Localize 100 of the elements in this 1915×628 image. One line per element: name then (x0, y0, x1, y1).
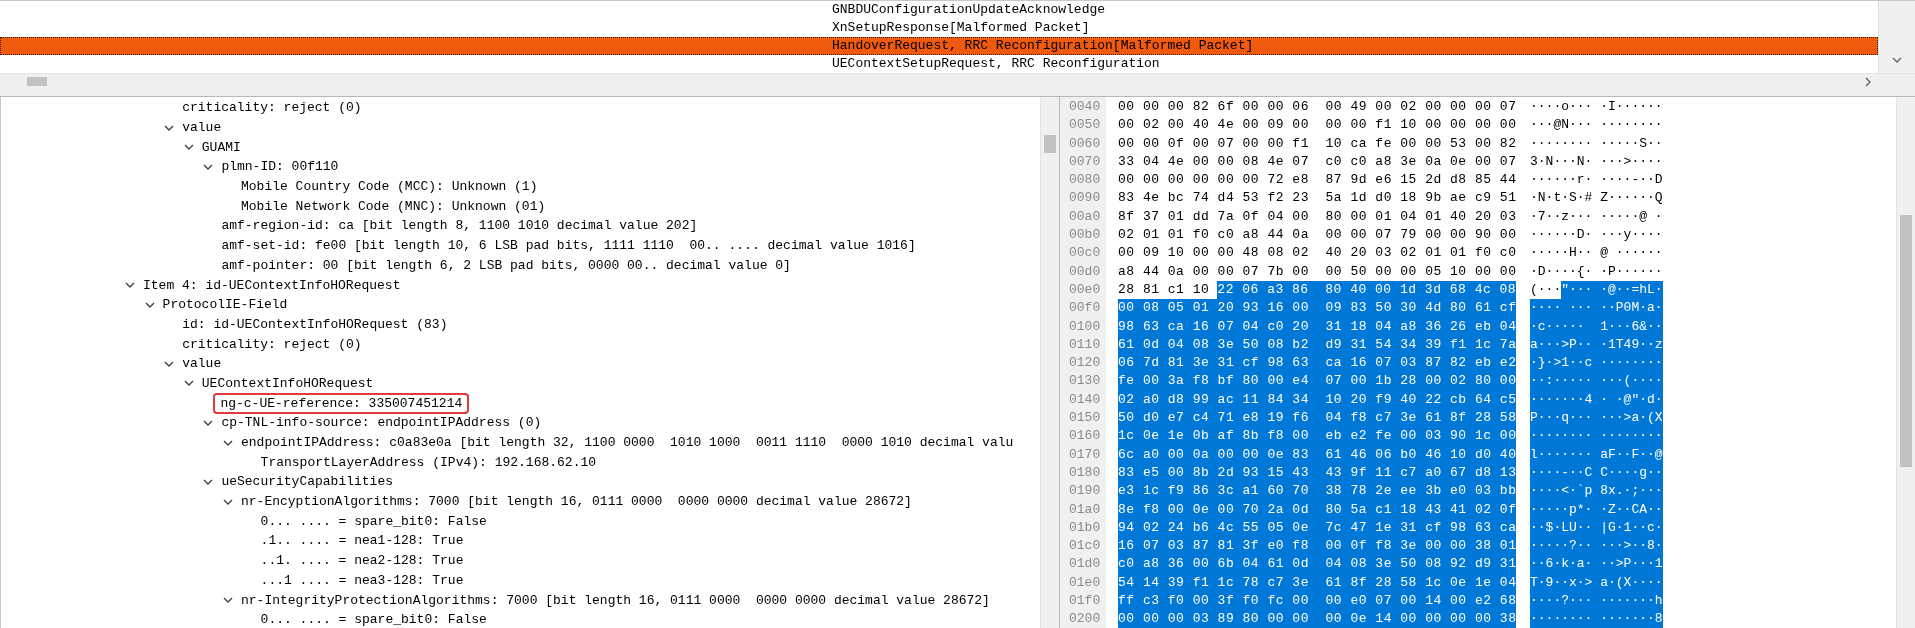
hex-bytes[interactable]: 50 d0 e7 c4 71 e8 19 f6 04 f8 c7 3e 61 8f 28 58 (1118, 409, 1517, 428)
ascii-text[interactable]: ········ ········ (1530, 427, 1663, 446)
tree-item[interactable]: ueSecurityCapabilities (221, 473, 394, 491)
hex-bytes[interactable]: 00 00 0f 00 07 00 00 f1 10 ca fe 00 00 53 00 82 (1118, 134, 1517, 153)
tree-item[interactable]: criticality: reject (0) (182, 335, 362, 353)
ascii-text[interactable]: ····?··· ·······h (1530, 592, 1663, 611)
scrollbar[interactable] (0, 73, 1915, 89)
ascii-text[interactable]: ·····H·· @ ······ (1530, 244, 1663, 263)
tree-item[interactable]: Mobile Network Code (MNC): Unknown (01) (241, 197, 546, 215)
scrollbar[interactable] (1896, 97, 1915, 628)
ascii-text[interactable]: ····<·`p 8x.·;··· (1530, 482, 1663, 501)
hex-bytes[interactable]: 16 07 03 87 81 3f e0 f8 00 0f f8 3e 00 00 38 01 (1118, 537, 1517, 556)
hex-bytes[interactable]: c0 a8 36 00 6b 04 61 0d 04 08 3e 50 08 92 d9 31 (1118, 555, 1517, 574)
hex-offset: 01b0 (1068, 518, 1102, 537)
hex-bytes[interactable]: 1c 0e 1e 0b af 8b f8 00 eb e2 fe 00 03 90 1c 00 (1118, 427, 1517, 446)
scrollbar[interactable] (1040, 97, 1059, 628)
tree-item[interactable]: cp-TNL-info-source: endpointIPAddress (0) (221, 414, 542, 432)
tree-item[interactable]: ..1. .... = nea2-128: True (260, 552, 464, 570)
hex-offset: 00f0 (1068, 299, 1102, 318)
hex-bytes[interactable]: 00 00 00 82 6f 00 00 06 00 49 00 02 00 00 00 07 (1118, 98, 1517, 117)
hex-bytes[interactable]: 22 06 a3 86 80 40 00 1d 3d 68 4c 08 (1217, 280, 1517, 300)
hex-offset: 01a0 (1068, 500, 1102, 519)
hex-bytes[interactable]: ff c3 f0 00 3f f0 fc 00 00 e0 07 00 14 00 e2 68 (1118, 592, 1517, 611)
ascii-text[interactable]: "··· ·@··=hL· (1561, 280, 1663, 300)
packet-row[interactable]: UEContextSetupRequest, RRC Reconfiguration (0, 55, 1878, 73)
tree-item[interactable]: 0... .... = spare_bit0: False (260, 611, 487, 628)
ascii-text[interactable]: (··· (1530, 280, 1562, 300)
chevron-down-icon[interactable] (1892, 57, 1902, 63)
tree-item[interactable]: value (182, 119, 222, 137)
hex-bytes[interactable]: 00 08 05 01 20 93 16 00 09 83 50 30 4d 80 61 cf (1118, 299, 1517, 318)
tree-item[interactable]: ProtocolIE-Field (162, 296, 288, 314)
tree-item[interactable]: amf-pointer: 00 [bit length 6, 2 LSB pad bits, 0000 00.. decimal value 0] (221, 256, 791, 274)
scrollbar-thumb[interactable] (1044, 135, 1056, 153)
hex-bytes[interactable]: 06 7d 81 3e 31 cf 98 63 ca 16 07 03 87 82 eb e2 (1118, 354, 1517, 373)
hex-offset: 00d0 (1068, 262, 1102, 281)
tree-item[interactable]: 0... .... = spare_bit0: False (260, 512, 487, 530)
hex-offset: 0170 (1068, 445, 1102, 464)
ascii-text[interactable]: ········ ·······8 (1530, 610, 1663, 628)
tree-item[interactable]: criticality: reject (0) (182, 99, 362, 117)
scrollbar[interactable] (1878, 1, 1915, 73)
hex-bytes[interactable]: fe 00 3a f8 bf 80 00 e4 07 00 1b 28 00 02 80 00 (1118, 372, 1517, 391)
hex-offset: 00b0 (1068, 226, 1102, 245)
tree-item[interactable]: plmn-ID: 00f110 (221, 158, 339, 176)
tree-item[interactable]: .1.. .... = nea1-128: True (260, 532, 464, 550)
hex-offset: 0090 (1068, 189, 1102, 208)
hex-offset: 0130 (1068, 372, 1102, 391)
ascii-text[interactable]: ···@N··· ········ (1530, 116, 1663, 135)
tree-item[interactable]: value (182, 355, 222, 373)
hex-offset: 0110 (1068, 335, 1102, 354)
ascii-text[interactable]: 3·N···N· ···>···· (1530, 152, 1663, 172)
tree-item[interactable]: ng-c-UE-reference: 335007451214 (213, 392, 470, 414)
ascii-text[interactable]: P···q··· ···>a·(X (1530, 409, 1663, 428)
hex-bytes[interactable]: 00 00 00 00 00 00 72 e8 87 9d e6 15 2d d8 85 44 (1118, 171, 1517, 190)
tree-item[interactable]: TransportLayerAddress (IPv4): 192.168.62.10 (260, 453, 597, 471)
chevron-right-icon[interactable] (1865, 76, 1871, 87)
ascii-text[interactable]: ··6·k·a· ··>P···1 (1530, 555, 1663, 574)
hex-offset: 00a0 (1068, 207, 1102, 226)
ascii-text[interactable]: ·}·>1··c ········ (1530, 354, 1663, 373)
packet-row[interactable]: XnSetupResponse[Malformed Packet] (0, 19, 1878, 37)
hex-bytes[interactable]: 00 02 00 40 4e 00 09 00 00 00 f1 10 00 00 00 00 (1118, 116, 1517, 135)
scrollbar-thumb[interactable] (27, 77, 47, 86)
hex-bytes[interactable]: 00 09 10 00 00 48 08 02 40 20 03 02 01 01 f0 c0 (1118, 244, 1517, 263)
ascii-text[interactable]: ·N·t·S·# Z······Q (1530, 189, 1663, 208)
ascii-text[interactable]: ······r· ····-··D (1530, 171, 1663, 190)
hex-bytes[interactable]: e3 1c f9 86 3c a1 60 70 38 78 2e ee 3b e0 03 bb (1118, 482, 1517, 501)
tree-item[interactable]: id: id-UEContextInfoHORequest (83) (182, 315, 448, 333)
hex-offset: 0060 (1068, 134, 1102, 153)
ascii-text[interactable]: ····o··· ·I······ (1530, 98, 1663, 117)
hex-bytes[interactable]: 28 81 c1 10 (1118, 280, 1210, 300)
hex-bytes[interactable]: 02 01 01 f0 c0 a8 44 0a 00 00 07 79 00 00 90 00 (1118, 226, 1517, 245)
tree-item[interactable]: endpointIPAddress: c0a83e0a [bit length 32, 1100 0000 1010 1000 0011 1110 0000 1010 decimal valu (241, 434, 1014, 452)
hex-offset: 0070 (1068, 152, 1102, 171)
hex-bytes[interactable]: a8 44 0a 00 00 07 7b 00 00 50 00 00 05 10 00 00 (1118, 262, 1517, 281)
hex-offset: 01c0 (1068, 537, 1102, 556)
tree-item[interactable]: amf-region-id: ca [bit length 8, 1100 1010 decimal value 202] (221, 217, 698, 235)
tree-item[interactable]: Item 4: id-UEContextInfoHORequest (143, 276, 401, 294)
ascii-text[interactable]: ······D· ···y···· (1530, 226, 1663, 245)
hex-offset: 0160 (1068, 427, 1102, 446)
ascii-text[interactable]: ·7··z··· ·····@ · (1530, 207, 1663, 227)
tree-item[interactable]: amf-set-id: fe00 [bit length 10, 6 LSB pad bits, 1111 1110 00.. .... decimal value 1016] (221, 237, 916, 255)
ascii-text[interactable]: ··:····· ···(···· (1530, 372, 1663, 391)
tree-item[interactable]: nr-IntegrityProtectionAlgorithms: 7000 [bit length 16, 0111 0000 0000 0000 decimal value 28672] (241, 591, 990, 609)
hex-offset: 01f0 (1068, 592, 1102, 610)
tree-item[interactable]: Mobile Country Code (MCC): Unknown (1) (241, 178, 538, 196)
hex-bytes[interactable]: 8f 37 01 dd 7a 0f 04 00 80 00 01 04 01 40 20 03 (1118, 207, 1517, 227)
hex-bytes[interactable]: 00 00 00 03 89 80 00 00 00 0e 14 00 00 00 00 38 (1118, 610, 1517, 628)
ascii-text[interactable]: ·····?·· ···>··8· (1530, 537, 1663, 556)
scrollbar-thumb[interactable] (1900, 215, 1912, 467)
ascii-text[interactable]: ········ ·····S·· (1530, 134, 1663, 153)
ascii-text[interactable]: ·D····{· ·P······ (1530, 262, 1663, 281)
tree-item[interactable]: ...1 .... = nea3-128: True (260, 571, 464, 589)
hex-bytes[interactable]: 83 4e bc 74 d4 53 f2 23 5a 1d d0 18 9b ae c9 51 (1118, 189, 1517, 208)
packet-row[interactable]: HandoverRequest, RRC Reconfiguration[Malformed Packet] (0, 37, 1878, 55)
tree-item[interactable]: UEContextInfoHORequest (201, 374, 374, 392)
packet-row[interactable]: GNBDUConfigurationUpdateAcknowledge (0, 1, 1878, 19)
tree-item[interactable]: GUAMI (201, 138, 241, 156)
hex-offset: 00c0 (1068, 244, 1102, 263)
tree-item[interactable]: nr-EncyptionAlgorithms: 7000 [bit length 16, 0111 0000 0000 0000 decimal value 28672] (241, 493, 912, 511)
hex-bytes[interactable]: 33 04 4e 00 00 08 4e 07 c0 c0 a8 3e 0a 0e 00 07 (1118, 152, 1517, 172)
ascii-text[interactable]: ···· ··· ··P0M·a· (1530, 299, 1663, 318)
